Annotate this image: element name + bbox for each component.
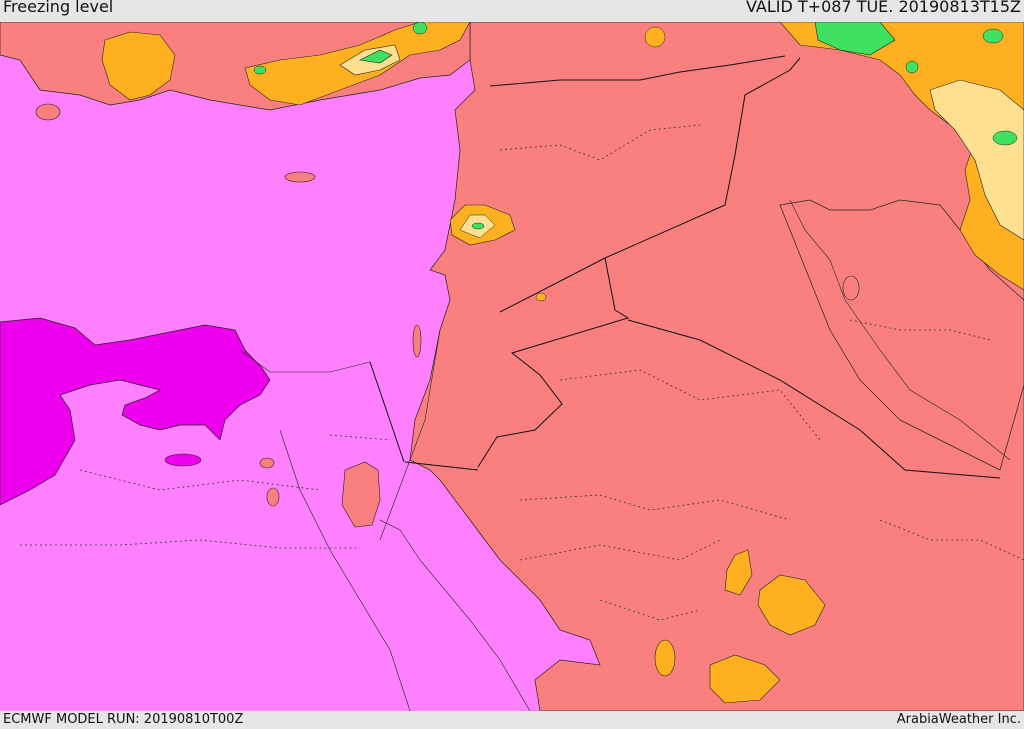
- orange-patch-small: [535, 292, 547, 302]
- green-patch-small: [905, 60, 919, 74]
- green-patch-small: [471, 222, 485, 230]
- salmon-patch-small: [266, 487, 280, 507]
- credit: ArabiaWeather Inc.: [896, 712, 1021, 727]
- salmon-patch-small: [259, 457, 275, 469]
- deep-low-patch: [164, 453, 202, 467]
- model-run: ECMWF MODEL RUN: 20190810T00Z: [3, 712, 244, 727]
- orange-patch-small: [654, 639, 676, 677]
- green-patch-small: [992, 130, 1018, 146]
- green-patch-small: [412, 22, 428, 35]
- salmon-patch-cyprus: [284, 171, 316, 183]
- green-patch-small: [253, 65, 267, 75]
- green-patch-small: [982, 28, 1004, 44]
- footer-bar: ECMWF MODEL RUN: 20190810T00Z ArabiaWeat…: [0, 711, 1024, 729]
- map-svg: [0, 22, 1024, 711]
- salmon-patch-crete: [35, 103, 61, 121]
- map-canvas[interactable]: [0, 22, 1024, 711]
- orange-patch-small: [644, 26, 666, 48]
- header-bar: Freezing level VALID T+087 TUE. 20190813…: [0, 0, 1024, 22]
- map-title: Freezing level: [3, 0, 114, 16]
- valid-time: VALID T+087 TUE. 20190813T15Z: [745, 0, 1021, 16]
- salmon-patch-small: [412, 324, 422, 358]
